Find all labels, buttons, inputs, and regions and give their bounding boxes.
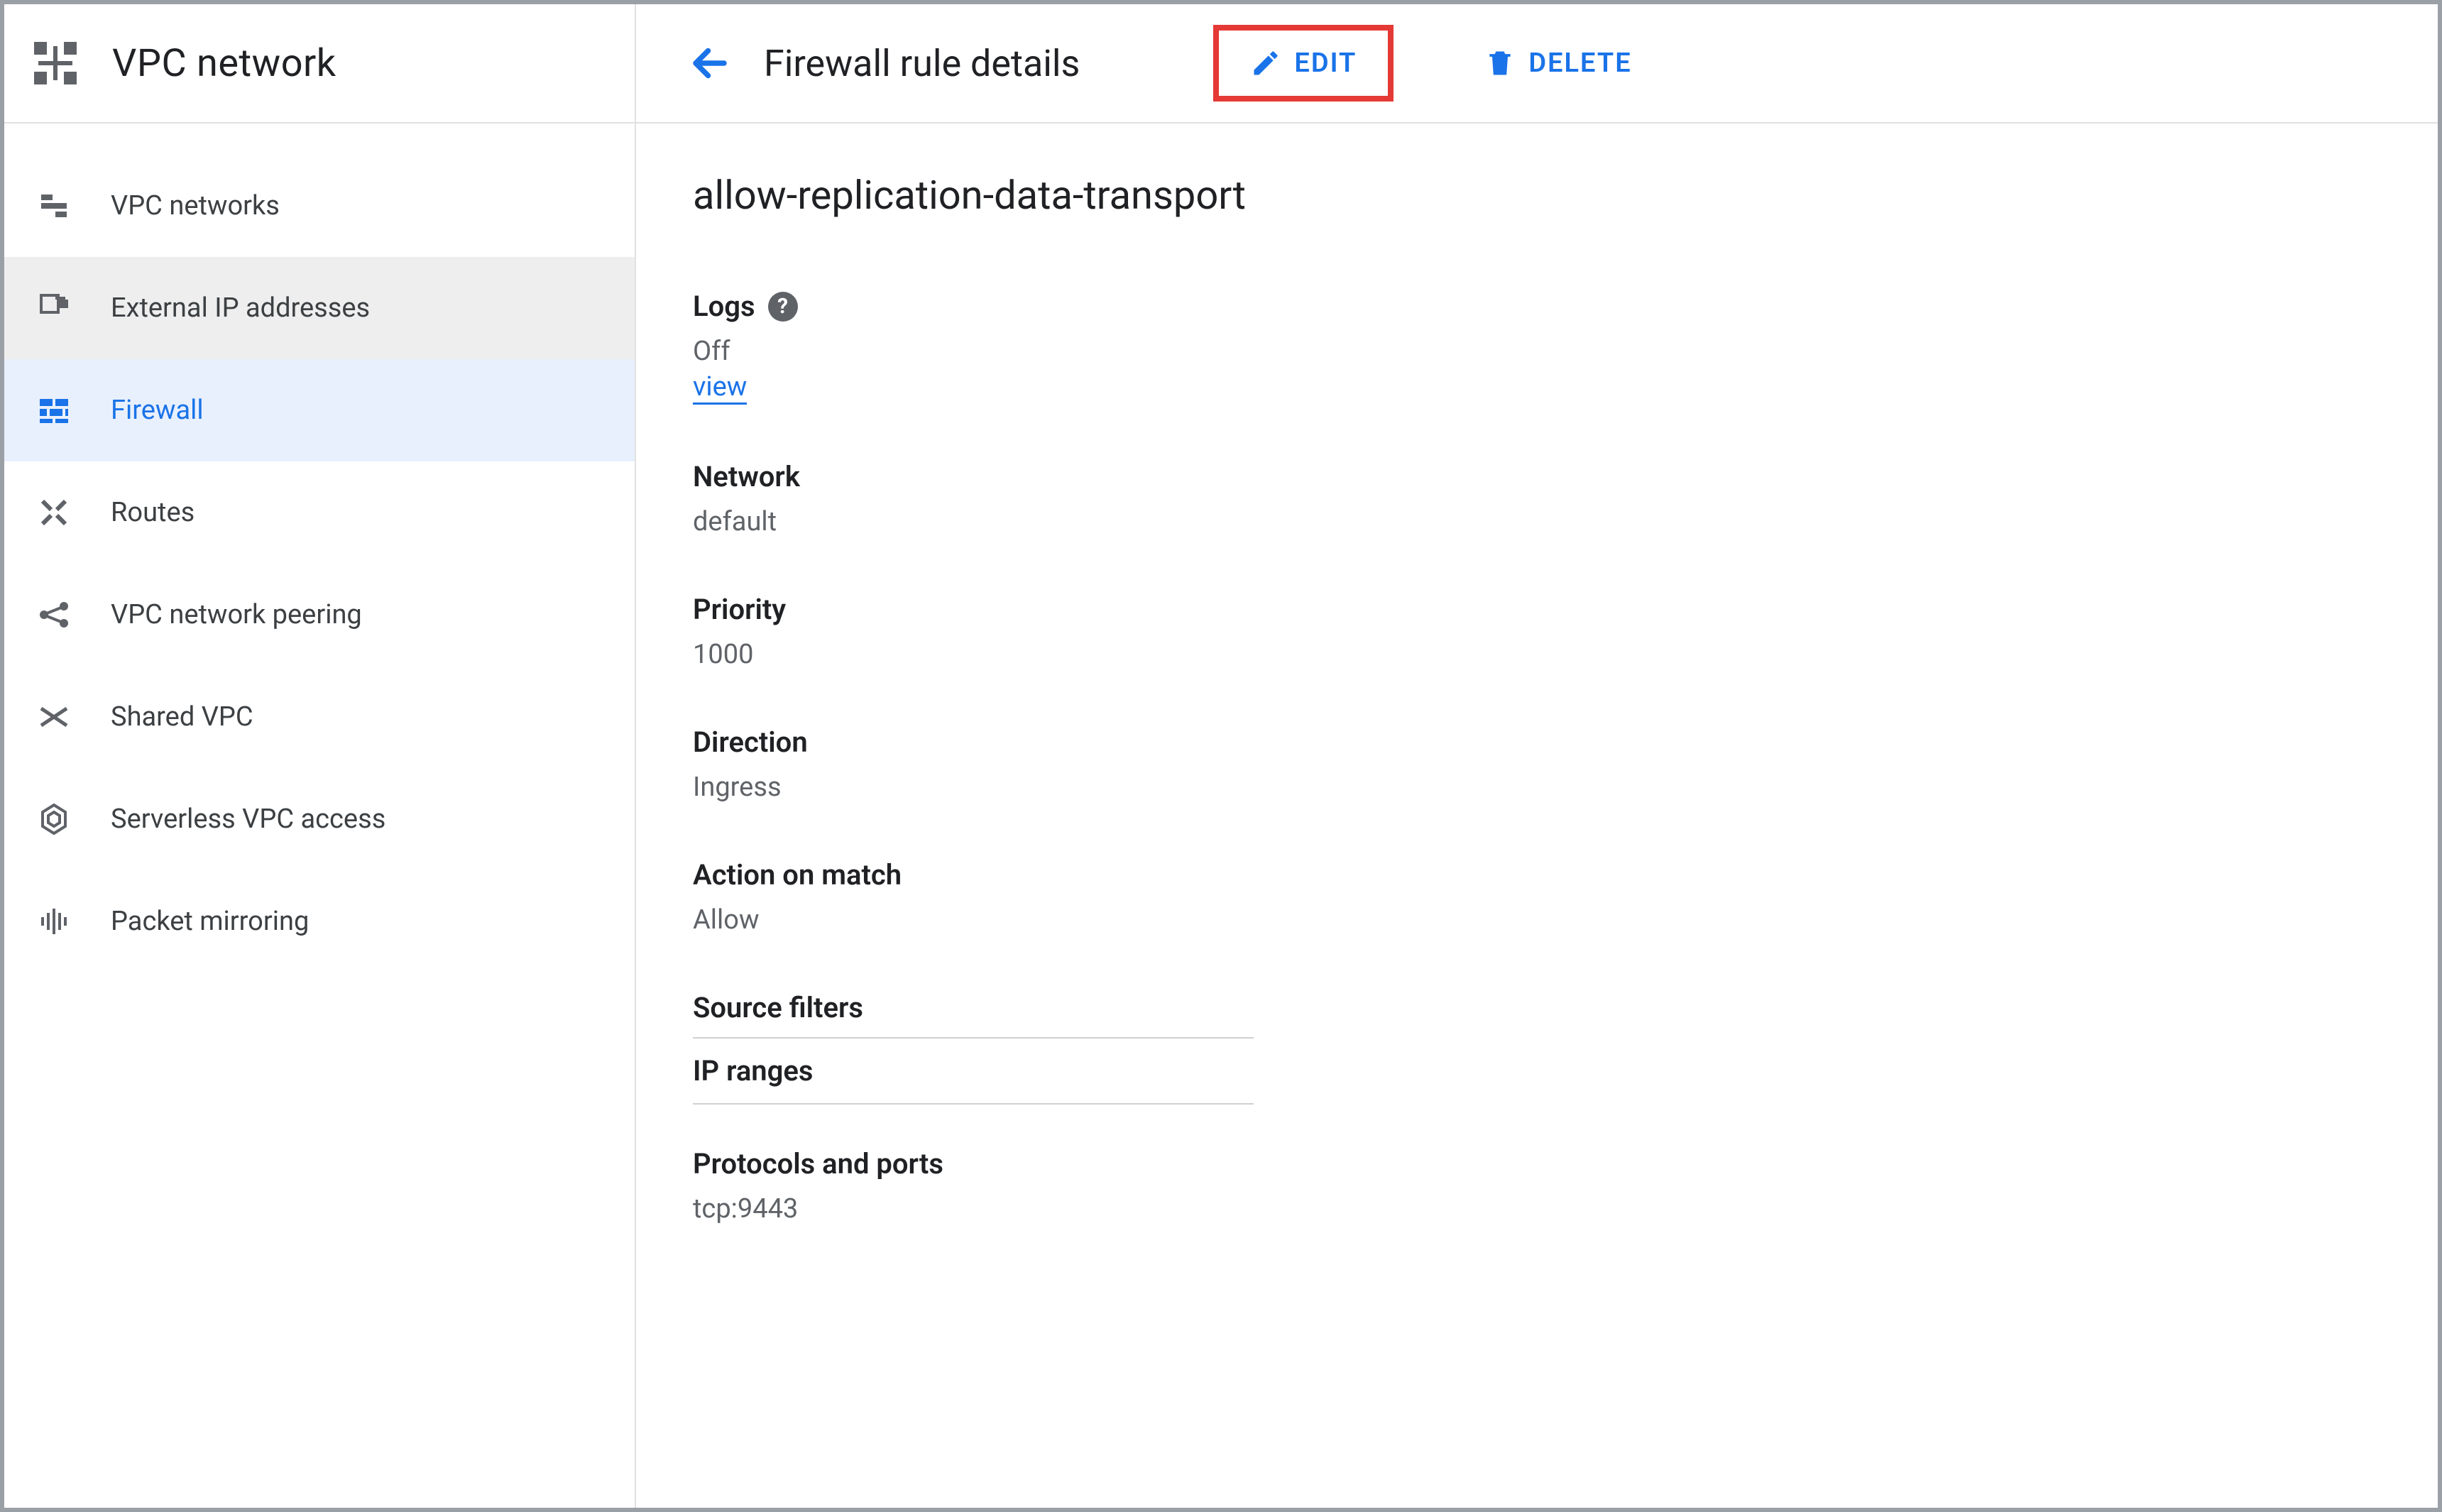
sidebar-item-routes[interactable]: Routes: [4, 461, 635, 564]
ip-ranges-row: IP ranges: [693, 1039, 1254, 1103]
sidebar-item-label: VPC networks: [111, 190, 280, 221]
sidebar-item-peering[interactable]: VPC network peering: [4, 564, 635, 666]
sidebar-item-vpc-networks[interactable]: VPC networks: [4, 155, 635, 257]
delete-button-label: DELETE: [1528, 48, 1631, 79]
main: Firewall rule details EDIT DELETE allow-…: [636, 4, 2438, 1508]
edit-button-label: EDIT: [1294, 48, 1357, 79]
peering-icon: [37, 598, 71, 632]
value-network: default: [693, 506, 2438, 537]
section-source-filters: Source filters IP ranges: [693, 991, 2438, 1105]
content: allow-replication-data-transport Logs ? …: [636, 124, 2438, 1280]
sidebar-item-mirroring[interactable]: Packet mirroring: [4, 870, 635, 973]
sidebar-header: VPC network: [4, 4, 635, 124]
source-filters-table: IP ranges: [693, 1037, 1254, 1105]
serverless-icon: [37, 802, 71, 836]
label-network: Network: [693, 460, 2438, 493]
sidebar-item-serverless[interactable]: Serverless VPC access: [4, 768, 635, 870]
firewall-icon: [37, 393, 71, 427]
trash-icon: [1484, 48, 1516, 79]
mirroring-icon: [37, 904, 71, 938]
sidebar-nav: VPC networks External IP addresses Firew…: [4, 124, 635, 973]
shared-vpc-icon: [37, 700, 71, 734]
vpc-networks-icon: [37, 189, 71, 223]
sidebar-item-label: Serverless VPC access: [111, 804, 385, 835]
label-direction: Direction: [693, 725, 2438, 759]
edit-button[interactable]: EDIT: [1213, 25, 1394, 102]
vpc-product-icon: [30, 38, 81, 89]
sidebar: VPC network VPC networks External IP add…: [4, 4, 636, 1508]
sidebar-item-label: Routes: [111, 497, 195, 528]
product-title: VPC network: [112, 41, 336, 86]
sidebar-item-firewall[interactable]: Firewall: [4, 359, 635, 461]
sidebar-item-shared-vpc[interactable]: Shared VPC: [4, 666, 635, 768]
main-header: Firewall rule details EDIT DELETE: [636, 4, 2438, 124]
value-protocols: tcp:9443: [693, 1193, 2438, 1225]
section-direction: Direction Ingress: [693, 725, 2438, 803]
section-logs: Logs ? Off view: [693, 290, 2438, 405]
section-protocols: Protocols and ports tcp:9443: [693, 1147, 2438, 1225]
value-priority: 1000: [693, 639, 2438, 670]
label-action: Action on match: [693, 858, 2438, 892]
back-button[interactable]: [676, 29, 744, 97]
arrow-left-icon: [689, 42, 731, 84]
value-logs: Off: [693, 336, 2438, 367]
page-title: Firewall rule details: [764, 42, 1080, 85]
external-ip-icon: [37, 291, 71, 325]
delete-button[interactable]: DELETE: [1459, 25, 1657, 102]
value-direction: Ingress: [693, 772, 2438, 803]
section-action: Action on match Allow: [693, 858, 2438, 936]
sidebar-item-label: Shared VPC: [111, 701, 253, 733]
rule-name: allow-replication-data-transport: [693, 172, 2438, 219]
section-priority: Priority 1000: [693, 593, 2438, 670]
pencil-icon: [1250, 48, 1281, 79]
sidebar-item-label: External IP addresses: [111, 292, 370, 324]
help-icon[interactable]: ?: [768, 292, 798, 322]
sidebar-item-label: Packet mirroring: [111, 906, 309, 937]
label-logs: Logs ?: [693, 290, 2438, 323]
label-source-filters: Source filters: [693, 991, 2438, 1024]
value-action: Allow: [693, 904, 2438, 936]
label-protocols: Protocols and ports: [693, 1147, 2438, 1180]
app-frame: VPC network VPC networks External IP add…: [0, 0, 2442, 1512]
label-priority: Priority: [693, 593, 2438, 626]
section-network: Network default: [693, 460, 2438, 537]
sidebar-item-external-ip[interactable]: External IP addresses: [4, 257, 635, 359]
routes-icon: [37, 495, 71, 530]
logs-view-link[interactable]: view: [693, 371, 747, 405]
sidebar-item-label: Firewall: [111, 395, 204, 426]
sidebar-item-label: VPC network peering: [111, 599, 362, 630]
